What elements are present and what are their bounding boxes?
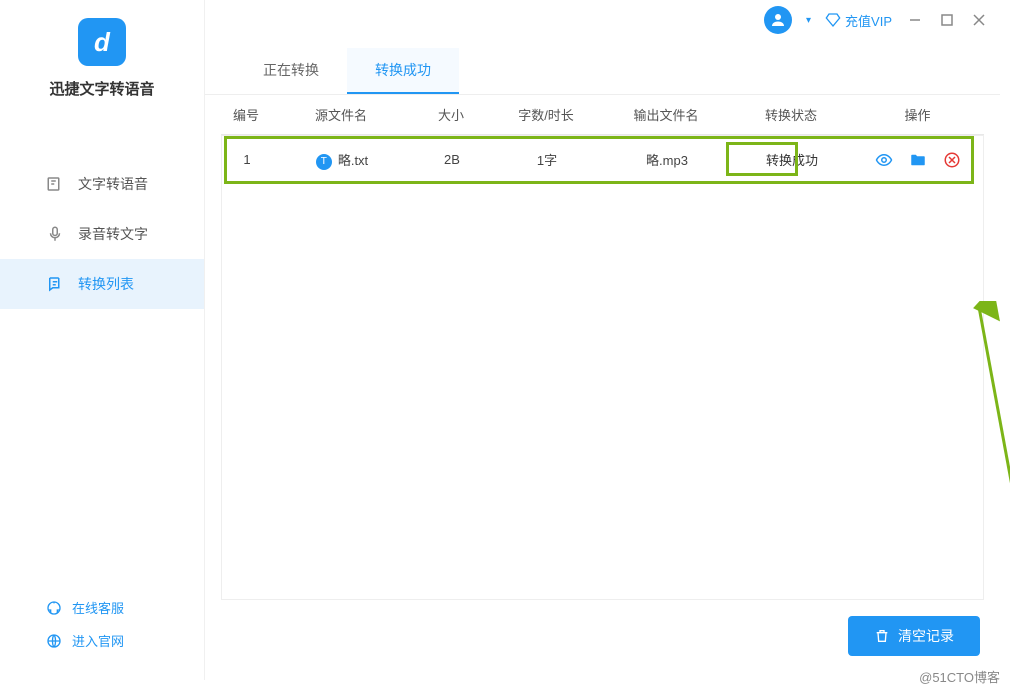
support-label: 在线客服 [72,598,124,617]
th-actions: 操作 [851,105,984,124]
annotation-arrow [964,301,1010,561]
nav-text-to-speech[interactable]: 文字转语音 [0,159,204,209]
chevron-down-icon[interactable]: ▾ [806,15,811,26]
logo-area: d 迅捷文字转语音 [0,0,204,109]
app-title: 迅捷文字转语音 [0,78,204,99]
trash-icon [874,628,890,644]
cell-size: 2B [412,152,492,167]
cell-count: 1字 [492,150,602,169]
clear-history-button[interactable]: 清空记录 [848,616,980,656]
nav-speech-to-text[interactable]: 录音转文字 [0,209,204,259]
list-icon [46,275,64,293]
nav-convert-list[interactable]: 转换列表 [0,259,204,309]
file-type-icon: T [316,154,332,170]
th-status: 转换状态 [731,105,851,124]
maximize-button[interactable] [938,11,956,29]
official-link[interactable]: 进入官网 [46,631,204,650]
th-output: 输出文件名 [601,105,731,124]
minimize-button[interactable] [906,11,924,29]
support-link[interactable]: 在线客服 [46,598,204,617]
table-row: 1 T略.txt 2B 1字 略.mp3 转换成功 [222,136,983,184]
th-source: 源文件名 [271,105,411,124]
th-count: 字数/时长 [491,105,601,124]
tabs: 正在转换 转换成功 [205,48,1000,95]
table-body: 1 T略.txt 2B 1字 略.mp3 转换成功 [222,136,983,184]
table-header: 编号 源文件名 大小 字数/时长 输出文件名 转换状态 操作 [221,95,984,135]
tab-converting[interactable]: 正在转换 [235,48,347,94]
cell-num: 1 [222,152,272,167]
sidebar: d 迅捷文字转语音 文字转语音 录音转文字 转换列表 [0,0,205,680]
microphone-icon [46,225,64,243]
table-container: 1 T略.txt 2B 1字 略.mp3 转换成功 [221,135,984,600]
nav-label: 转换列表 [78,274,134,294]
vip-link[interactable]: 充值VIP [825,11,892,30]
folder-icon[interactable] [909,151,927,169]
nav-label: 文字转语音 [78,174,148,194]
tab-success[interactable]: 转换成功 [347,48,459,94]
app-logo-icon: d [78,18,126,66]
watermark: @51CTO博客 [915,665,1004,688]
th-size: 大小 [411,105,491,124]
main-content: ▾ 充值VIP 正在转换 转换成功 编号 源文件名 大小 [205,0,1000,680]
vip-label: 充值VIP [845,11,892,30]
sidebar-footer: 在线客服 进入官网 [0,584,204,680]
diamond-icon [825,12,841,28]
official-label: 进入官网 [72,631,124,650]
preview-icon[interactable] [875,151,893,169]
titlebar: ▾ 充值VIP [205,0,1000,40]
cell-status: 转换成功 [732,150,852,169]
cell-output: 略.mp3 [602,150,732,169]
table-area: 编号 源文件名 大小 字数/时长 输出文件名 转换状态 操作 1 T略.txt … [205,95,1000,600]
cell-source: T略.txt [272,150,412,170]
close-button[interactable] [970,11,988,29]
delete-icon[interactable] [943,151,961,169]
th-num: 编号 [221,105,271,124]
sidebar-nav: 文字转语音 录音转文字 转换列表 [0,159,204,584]
bottom-bar: 清空记录 [205,600,1000,680]
clear-label: 清空记录 [898,626,954,646]
nav-label: 录音转文字 [78,224,148,244]
text-to-speech-icon [46,175,64,193]
cell-actions [852,151,983,169]
user-avatar[interactable] [764,6,792,34]
